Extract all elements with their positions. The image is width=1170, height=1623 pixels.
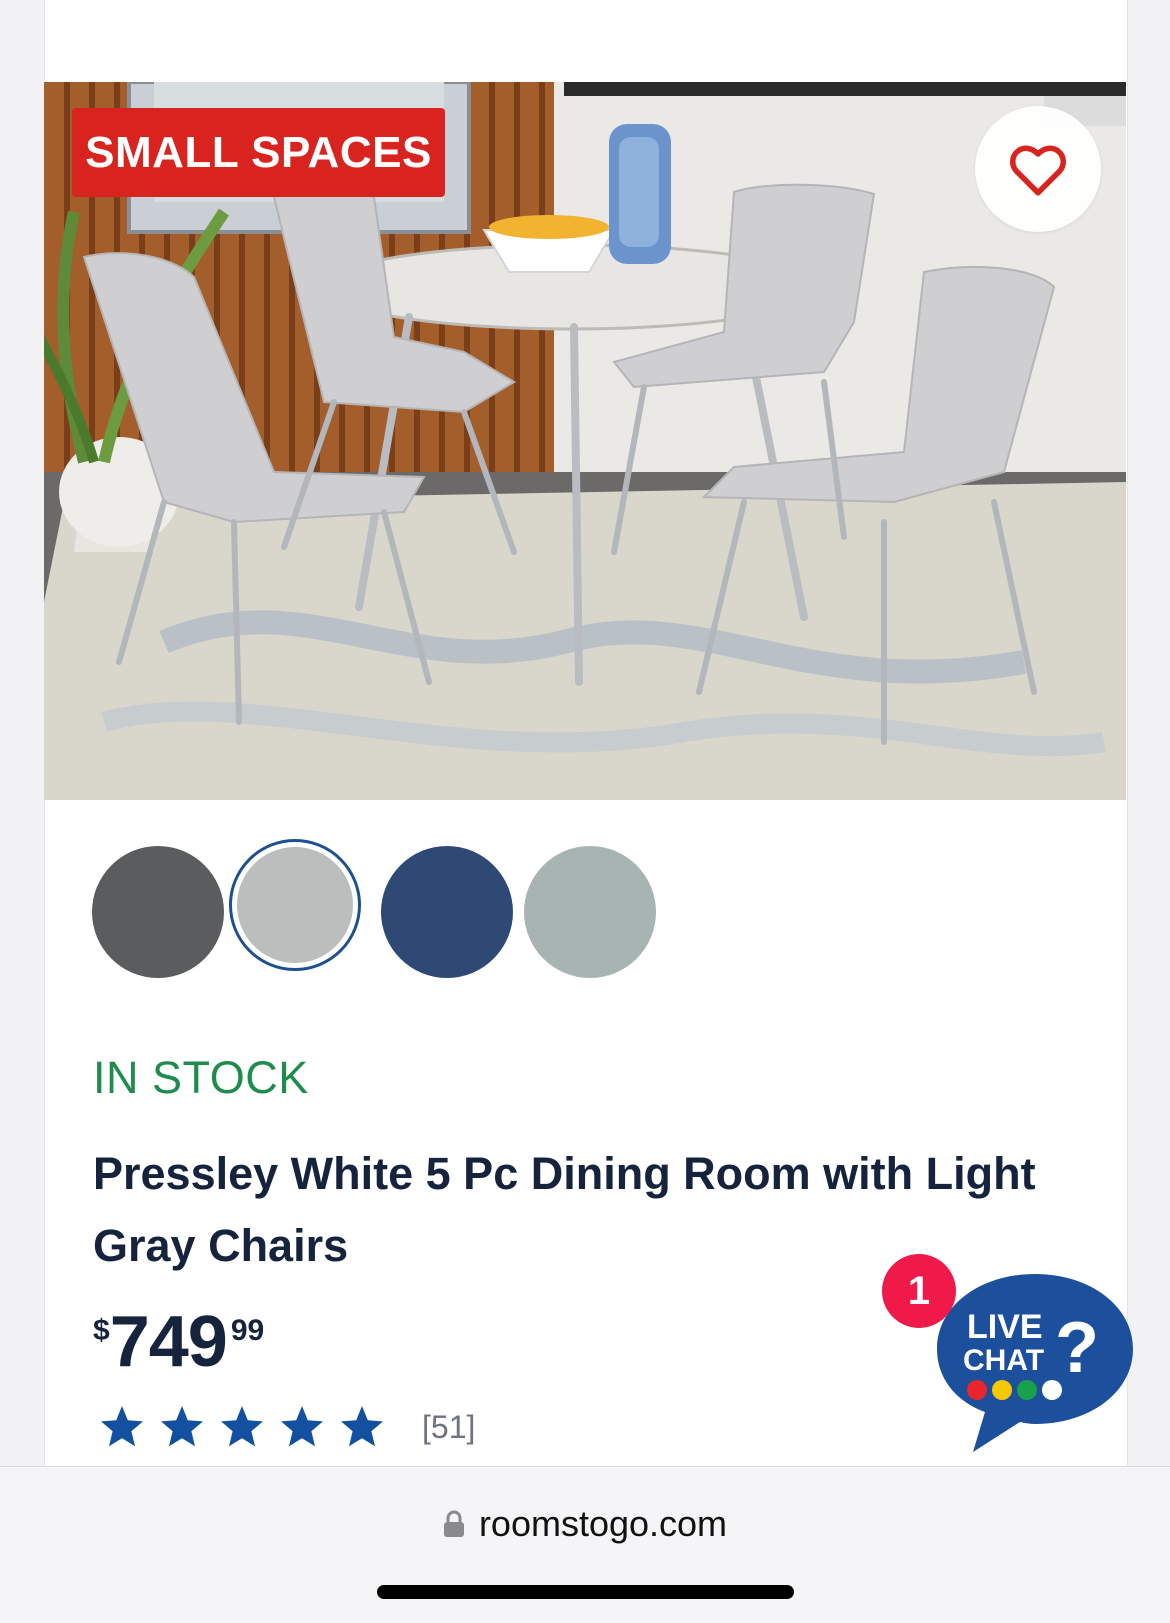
live-chat-bubble-icon: LIVE CHAT ? xyxy=(937,1274,1133,1452)
url-text: roomstogo.com xyxy=(478,1503,728,1544)
live-chat-line1: LIVE xyxy=(967,1308,1043,1346)
star-icon xyxy=(221,1406,263,1447)
price-dollars: 749 xyxy=(109,1302,228,1382)
home-indicator xyxy=(377,1585,794,1599)
swatch-navy[interactable] xyxy=(381,846,513,978)
star-icon xyxy=(341,1406,383,1447)
small-spaces-badge: SMALL SPACES xyxy=(72,108,445,197)
swatch-sage[interactable] xyxy=(524,846,656,978)
review-count[interactable]: [51] xyxy=(422,1409,475,1446)
star-icon xyxy=(101,1406,143,1447)
star-icon xyxy=(161,1406,203,1447)
star-icon xyxy=(281,1406,323,1447)
price-cents: 99 xyxy=(230,1314,265,1347)
lock-icon xyxy=(443,1510,464,1537)
url-display[interactable]: roomstogo.com xyxy=(0,1503,1170,1545)
product-rating[interactable]: [51] xyxy=(98,1403,475,1451)
live-chat-button[interactable]: LIVE CHAT ? xyxy=(925,1254,1145,1464)
swatch-light-gray[interactable] xyxy=(229,839,361,971)
swatch-dark-gray[interactable] xyxy=(92,846,224,978)
live-chat-line2: CHAT xyxy=(963,1344,1044,1377)
browser-url-bar[interactable]: roomstogo.com xyxy=(0,1466,1170,1623)
product-price: $ 749 99 xyxy=(93,1306,264,1378)
chat-notification-badge: 1 xyxy=(882,1254,956,1328)
heart-outline-icon xyxy=(1010,145,1066,196)
favorite-button[interactable] xyxy=(975,106,1101,232)
stock-status: IN STOCK xyxy=(93,1052,309,1103)
svg-text:?: ? xyxy=(1055,1308,1099,1388)
price-currency: $ xyxy=(93,1314,110,1347)
